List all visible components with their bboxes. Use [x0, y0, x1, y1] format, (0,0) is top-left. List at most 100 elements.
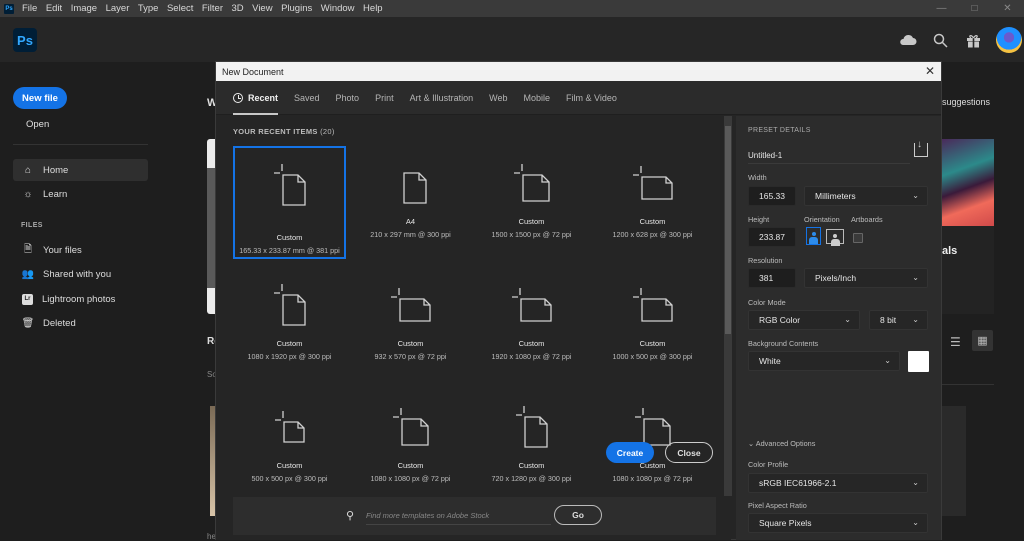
- menu-file[interactable]: File: [22, 3, 37, 14]
- bit-depth-select[interactable]: 8 bit ⌄: [869, 310, 928, 330]
- recent-thumbnail[interactable]: [942, 406, 966, 516]
- tab-print[interactable]: Print: [375, 81, 394, 115]
- scrollbar-thumb[interactable]: [725, 126, 731, 334]
- width-input[interactable]: 165.33: [748, 186, 796, 206]
- maximize-icon[interactable]: □: [958, 3, 991, 14]
- chevron-down-icon: ⌄: [844, 315, 851, 324]
- menu-filter[interactable]: Filter: [202, 3, 223, 14]
- sidebar-item-label: Deleted: [43, 317, 76, 329]
- document-outline: [640, 298, 673, 322]
- cloud-icon[interactable]: [891, 26, 924, 54]
- tab-photo[interactable]: Photo: [336, 81, 360, 115]
- recent-item-dimensions: 1080 x 1080 px @ 72 ppi: [370, 474, 451, 483]
- preset-name-input[interactable]: [748, 147, 910, 164]
- sidebar-item-deleted[interactable]: 🗑 Deleted: [13, 312, 148, 334]
- sidebar-item-lightroom[interactable]: Lr Lightroom photos: [13, 288, 148, 310]
- save-preset-icon[interactable]: [914, 139, 928, 157]
- trash-icon: 🗑: [21, 317, 35, 329]
- color-mode-select[interactable]: RGB Color ⌄: [748, 310, 860, 330]
- tab-recent[interactable]: Recent: [233, 81, 279, 115]
- recent-item[interactable]: Custom 1500 x 1500 px @ 72 ppi: [475, 146, 588, 259]
- recent-item-dimensions: 500 x 500 px @ 300 ppi: [251, 474, 328, 483]
- menu-view[interactable]: View: [252, 3, 272, 14]
- recent-item[interactable]: A4 210 x 297 mm @ 300 ppi: [354, 146, 467, 259]
- menu-edit[interactable]: Edit: [46, 3, 62, 14]
- menu-type[interactable]: Type: [138, 3, 159, 14]
- document-icon: [513, 164, 550, 202]
- document-icon: [273, 164, 306, 206]
- open-button[interactable]: Open: [26, 119, 49, 130]
- tab-saved[interactable]: Saved: [294, 81, 320, 115]
- portrait-orientation-button[interactable]: [806, 227, 821, 245]
- tab-web[interactable]: Web: [489, 81, 507, 115]
- menu-plugins[interactable]: Plugins: [281, 3, 312, 14]
- background-contents-select[interactable]: White ⌄: [748, 351, 900, 371]
- recent-item-dimensions: 720 x 1280 px @ 300 ppi: [491, 474, 572, 483]
- go-button[interactable]: Go: [554, 505, 602, 525]
- resolution-unit-select[interactable]: Pixels/Inch ⌄: [804, 268, 928, 288]
- list-view-icon[interactable]: ☰: [950, 335, 961, 349]
- scrollbar[interactable]: [724, 116, 732, 496]
- recent-item[interactable]: Custom 1920 x 1080 px @ 72 ppi: [475, 268, 588, 381]
- color-profile-select[interactable]: sRGB IEC61966-2.1 ⌄: [748, 473, 928, 493]
- document-icon: [392, 408, 429, 446]
- recent-item[interactable]: Custom 1200 x 628 px @ 300 ppi: [596, 146, 709, 259]
- tab-art-illustration[interactable]: Art & Illustration: [410, 81, 474, 115]
- landscape-icon: [830, 234, 840, 246]
- lightbulb-icon: ☼: [23, 188, 33, 200]
- menu-3d[interactable]: 3D: [232, 3, 244, 14]
- recent-item[interactable]: Custom 1080 x 1080 px @ 72 ppi: [354, 390, 467, 503]
- tab-film-video[interactable]: Film & Video: [566, 81, 617, 115]
- new-file-button[interactable]: New file: [13, 87, 67, 109]
- sidebar-item-your-files[interactable]: 🗎 Your files: [13, 239, 148, 261]
- resolution-input[interactable]: 381: [748, 268, 796, 288]
- landscape-orientation-button[interactable]: [826, 229, 844, 246]
- recent-item-name: Custom: [518, 339, 545, 348]
- stock-search-input[interactable]: [366, 507, 551, 525]
- height-input[interactable]: 233.87: [748, 227, 796, 247]
- recent-item-dimensions: 1920 x 1080 px @ 72 ppi: [491, 352, 572, 361]
- menu-bar: Ps File Edit Image Layer Type Select Fil…: [0, 0, 1024, 17]
- menu-window[interactable]: Window: [321, 3, 355, 14]
- create-button[interactable]: Create: [606, 442, 654, 463]
- sidebar: New file Open ⌂ Home ☼ Learn FILES 🗎 You…: [0, 62, 195, 540]
- lightroom-icon: Lr: [22, 293, 33, 305]
- close-icon[interactable]: ✕: [925, 64, 935, 78]
- artboards-checkbox[interactable]: [853, 233, 863, 243]
- tab-mobile[interactable]: Mobile: [523, 81, 550, 115]
- dialog-title: New Document: [222, 66, 284, 77]
- recent-heading-text: YOUR RECENT ITEMS: [233, 127, 318, 136]
- recent-item-name: Custom: [276, 461, 303, 470]
- grid-view-icon[interactable]: ▦: [972, 330, 993, 351]
- suggestion-image[interactable]: [942, 139, 994, 226]
- menu-select[interactable]: Select: [167, 3, 193, 14]
- menu-layer[interactable]: Layer: [106, 3, 130, 14]
- advanced-options-toggle[interactable]: ⌄ Advanced Options: [748, 439, 815, 448]
- photoshop-logo[interactable]: Ps: [13, 28, 37, 52]
- recent-item[interactable]: Custom 500 x 500 px @ 300 ppi: [233, 390, 346, 503]
- recent-item[interactable]: Custom 1000 x 500 px @ 300 ppi: [596, 268, 709, 381]
- menu-image[interactable]: Image: [71, 3, 97, 14]
- close-icon[interactable]: ✕: [991, 3, 1024, 14]
- sidebar-item-home[interactable]: ⌂ Home: [13, 159, 148, 181]
- recent-item[interactable]: Custom 932 x 570 px @ 72 ppi: [354, 268, 467, 381]
- recent-item[interactable]: Custom 720 x 1280 px @ 300 ppi: [475, 390, 588, 503]
- close-button[interactable]: Close: [665, 442, 713, 463]
- menu-help[interactable]: Help: [363, 3, 383, 14]
- sidebar-item-shared[interactable]: 👥 Shared with you: [13, 263, 148, 285]
- avatar[interactable]: [996, 27, 1022, 53]
- crosshair-mark: [392, 408, 402, 418]
- search-icon[interactable]: [924, 26, 957, 54]
- recent-item[interactable]: Custom 1080 x 1920 px @ 300 ppi: [233, 268, 346, 381]
- width-unit-select[interactable]: Millimeters ⌄: [804, 186, 928, 206]
- recent-item-name: Custom: [518, 217, 545, 226]
- gift-icon[interactable]: [957, 26, 990, 54]
- recent-item[interactable]: Custom 165.33 x 233.87 mm @ 381 ppi: [233, 146, 346, 259]
- pixel-aspect-select[interactable]: Square Pixels ⌄: [748, 513, 928, 533]
- crosshair-mark: [274, 411, 284, 421]
- recent-item-dimensions: 1500 x 1500 px @ 72 ppi: [491, 230, 572, 239]
- minimize-icon[interactable]: —: [925, 3, 958, 14]
- sidebar-item-learn[interactable]: ☼ Learn: [13, 183, 148, 205]
- chevron-down-icon: ⌄: [912, 518, 919, 527]
- background-color-swatch[interactable]: [908, 351, 929, 372]
